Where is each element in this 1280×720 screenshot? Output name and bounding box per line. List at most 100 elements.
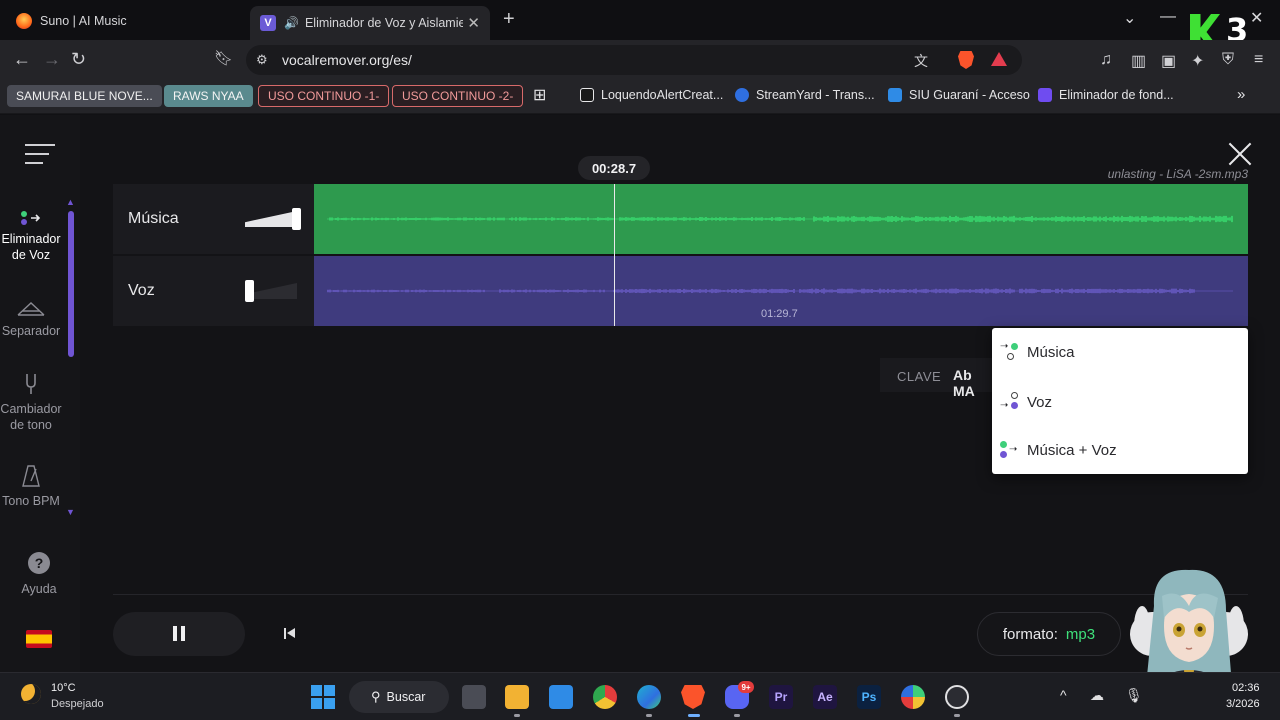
premiere-icon[interactable]: Pr xyxy=(769,685,793,709)
sidebar-item-splitter[interactable]: Separador xyxy=(0,301,62,339)
task-view-icon[interactable] xyxy=(462,685,486,709)
bookmark-uso-continuo-2[interactable]: USO CONTINUO -2- xyxy=(392,85,524,107)
file-explorer-icon[interactable] xyxy=(505,685,529,709)
skip-back-icon[interactable] xyxy=(284,627,298,641)
onedrive-cloud-icon[interactable]: ☁ xyxy=(1090,687,1104,704)
weather-temperature[interactable]: 10°C xyxy=(51,682,76,694)
edge-icon[interactable] xyxy=(637,685,661,709)
format-button[interactable]: formato: mp3 xyxy=(977,612,1121,656)
new-tab-button[interactable]: + xyxy=(503,8,515,31)
volume-slider-fill xyxy=(245,211,297,227)
bookmark-raws-nyaa[interactable]: RAWS NYAA xyxy=(164,85,253,107)
translate-icon[interactable]: 文 xyxy=(914,51,928,71)
metronome-icon xyxy=(0,465,62,489)
playhead[interactable] xyxy=(614,184,615,326)
address-bar[interactable]: ⚙ vocalremover.org/es/ xyxy=(246,45,1022,75)
clock-date[interactable]: 3/2026 xyxy=(1226,698,1260,710)
voice-export-icon: ➝ xyxy=(1000,392,1020,412)
running-indicator xyxy=(646,714,652,717)
site-settings-icon[interactable]: ⚙ xyxy=(256,52,274,68)
bookmark-uso-continuo-1[interactable]: USO CONTINUO -1- xyxy=(258,85,390,107)
scrollbar-thumb[interactable] xyxy=(68,211,74,357)
export-option-music[interactable]: ➝ Música xyxy=(992,332,1248,372)
bookmark-loquendo[interactable]: LoquendoAlertCreat... xyxy=(580,88,723,102)
suno-favicon-icon xyxy=(16,13,32,29)
brave-rewards-icon[interactable] xyxy=(991,52,1007,66)
scroll-up-arrow-icon[interactable]: ▲ xyxy=(66,197,75,207)
running-indicator xyxy=(734,714,740,717)
waveform-path xyxy=(327,215,1233,223)
tab-suno[interactable]: Suno | AI Music xyxy=(8,6,246,36)
scroll-down-arrow-icon[interactable]: ▼ xyxy=(66,507,75,517)
photos-icon[interactable] xyxy=(549,685,573,709)
menu-item-label: Música + Voz xyxy=(1027,441,1117,459)
sidebar-item-key-bpm[interactable]: Tono BPM xyxy=(0,465,62,509)
export-option-voice[interactable]: ➝ Voz xyxy=(992,382,1248,422)
microphone-icon[interactable]: 🎙︎ xyxy=(1125,687,1143,704)
davinci-icon[interactable] xyxy=(901,685,925,709)
windows-start-icon[interactable] xyxy=(311,685,335,709)
minimize-button[interactable]: — xyxy=(1160,8,1176,26)
volume-slider-handle[interactable] xyxy=(292,208,301,230)
sidebar-item-vocal-remover[interactable]: Eliminador de Voz xyxy=(0,211,62,263)
wallet-icon[interactable]: ▣ xyxy=(1161,51,1176,71)
key-value: Ab MA xyxy=(953,367,975,399)
music-note-icon[interactable]: ♫ xyxy=(1100,51,1112,69)
bookmark-samurai-blue[interactable]: SAMURAI BLUE NOVE... xyxy=(7,85,162,107)
vocalremover-favicon-icon: V xyxy=(260,15,276,31)
forward-arrow-icon[interactable]: → xyxy=(43,49,61,70)
waveform-music[interactable] xyxy=(314,184,1248,254)
tuning-fork-icon xyxy=(0,373,62,397)
hamburger-menu-icon[interactable] xyxy=(25,144,55,171)
bookmark-icon[interactable]: 🔖︎ xyxy=(214,49,233,67)
music-export-icon: ➝ xyxy=(1000,342,1020,362)
waveform-path xyxy=(327,288,1233,294)
pause-button[interactable] xyxy=(113,612,245,656)
sidebar-item-pitch-changer[interactable]: Cambiador de tono xyxy=(0,373,62,433)
sidebar-item-label: Cambiador de tono xyxy=(0,402,62,432)
sidebar-item-label: Ayuda xyxy=(21,582,57,596)
bookmark-streamyard[interactable]: StreamYard - Trans... xyxy=(735,88,875,102)
apps-grid-icon[interactable]: ⊞ xyxy=(533,85,546,105)
bookmark-label: Eliminador de fond... xyxy=(1059,88,1174,102)
tray-chevron-icon[interactable]: ^ xyxy=(1060,687,1067,703)
speaker-icon[interactable]: 🔊 xyxy=(284,16,299,30)
track-row-voice: Voz xyxy=(113,256,1248,326)
sidebar-item-help[interactable]: ? Ayuda xyxy=(8,551,70,597)
bookmark-eliminador-fondo[interactable]: Eliminador de fond... xyxy=(1038,88,1174,102)
leo-ai-icon[interactable]: ✦ xyxy=(1191,51,1204,71)
bookmark-siu-guarani[interactable]: SIU Guaraní - Acceso xyxy=(888,88,1030,102)
after-effects-icon[interactable]: Ae xyxy=(813,685,837,709)
sidebar-toggle-icon[interactable]: ▥ xyxy=(1131,51,1146,71)
url-text: vocalremover.org/es/ xyxy=(282,52,412,68)
chrome-icon[interactable] xyxy=(593,685,617,709)
track-header: Voz xyxy=(113,256,314,326)
format-value: mp3 xyxy=(1065,625,1096,643)
taskbar-search[interactable]: ⚲ Buscar xyxy=(349,681,449,713)
toolbar: ← → ↻ 🔖︎ ⚙ vocalremover.org/es/ 文 xyxy=(0,40,1280,80)
menu-icon[interactable]: ≡ xyxy=(1254,51,1263,69)
weather-description[interactable]: Despejado xyxy=(51,698,104,710)
moon-weather-icon[interactable] xyxy=(21,684,41,704)
vpn-shield-icon[interactable]: ⛨ xyxy=(1222,51,1234,69)
clock-time[interactable]: 02:36 xyxy=(1232,682,1260,694)
menu-item-label: Música xyxy=(1027,343,1075,361)
export-option-music-voice[interactable]: ➝ Música + Voz xyxy=(992,430,1248,470)
splitter-icon xyxy=(0,301,62,319)
volume-slider-handle[interactable] xyxy=(245,280,254,302)
close-editor-button[interactable] xyxy=(1226,140,1254,168)
tab-close-icon[interactable]: ✕ xyxy=(467,14,480,32)
export-menu: ➝ Música ➝ Voz ➝ Música + Voz xyxy=(992,328,1248,474)
more-bookmarks-chevron-icon[interactable]: » xyxy=(1237,86,1245,103)
obs-icon[interactable] xyxy=(945,685,969,709)
reload-icon[interactable]: ↻ xyxy=(71,49,86,70)
key-display[interactable]: CLAVE Ab MA xyxy=(880,358,995,399)
tab-title: Suno | AI Music xyxy=(40,14,127,28)
tab-list-chevron-icon[interactable]: ⌄ xyxy=(1123,8,1136,28)
back-arrow-icon[interactable]: ← xyxy=(13,49,31,70)
streamyard-favicon-icon xyxy=(735,88,749,102)
tab-vocal-remover[interactable]: V 🔊 Eliminador de Voz y Aislamien ✕ xyxy=(250,6,490,40)
photoshop-icon[interactable]: Ps xyxy=(857,685,881,709)
spain-flag-icon[interactable] xyxy=(26,630,52,648)
brave-icon[interactable] xyxy=(681,685,705,709)
